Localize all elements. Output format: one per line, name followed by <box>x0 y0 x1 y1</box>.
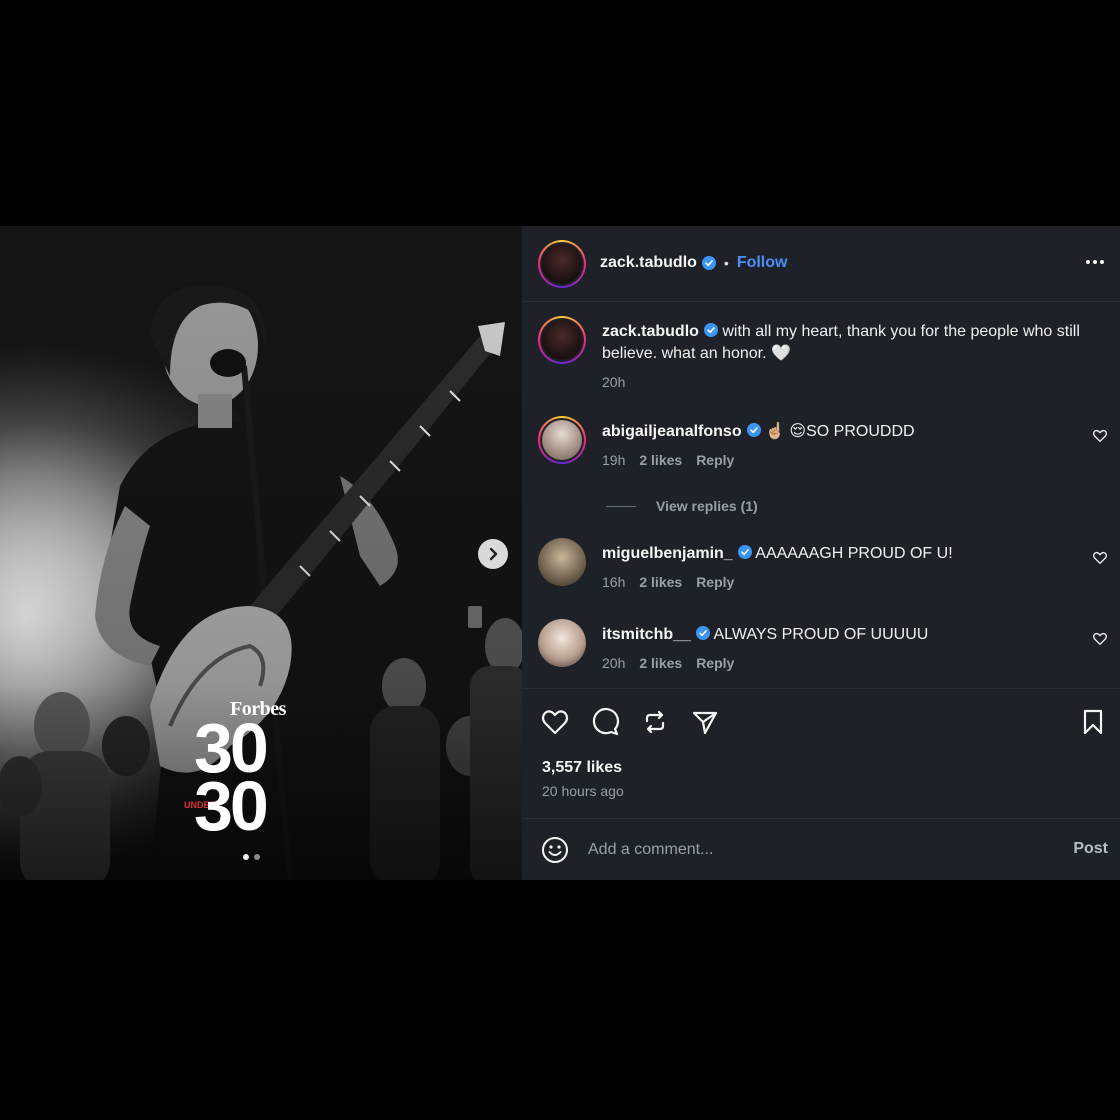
comment-time[interactable]: 16h <box>602 574 625 590</box>
caption-text: zack.tabudlo with all my heart, thank yo… <box>602 321 1102 365</box>
carousel-dot-2[interactable] <box>254 854 260 860</box>
author-row: zack.tabudlo • Follow <box>600 254 787 272</box>
actions-bar: 3,557 likes 20 hours ago <box>522 688 1120 818</box>
share-icon[interactable] <box>690 707 720 737</box>
caption-time[interactable]: 20h <box>602 374 625 390</box>
action-icons <box>540 707 720 737</box>
forbes-number-bottom: 30 <box>194 767 269 845</box>
emoji-icon[interactable] <box>540 835 570 865</box>
caption-username[interactable]: zack.tabudlo <box>602 323 699 340</box>
author-avatar[interactable] <box>538 240 586 288</box>
commenter-avatar[interactable] <box>538 416 586 464</box>
commenter-username[interactable]: abigailjeanalfonso <box>602 423 742 440</box>
comment-body: ALWAYS PROUD OF UUUUU <box>713 626 929 643</box>
comment-meta: 16h 2 likes Reply <box>602 574 734 590</box>
post-header: zack.tabudlo • Follow <box>522 226 1120 302</box>
reply-button[interactable]: Reply <box>696 655 734 671</box>
verified-badge-icon <box>695 626 710 640</box>
next-slide-button[interactable] <box>478 539 508 569</box>
comment-body: AAAAAAGH PROUD OF U! <box>755 545 953 562</box>
author-username[interactable]: zack.tabudlo <box>600 254 697 272</box>
carousel-dots <box>243 854 260 860</box>
add-comment-bar: Post <box>522 818 1120 880</box>
heart-icon[interactable] <box>540 707 570 737</box>
comment-input[interactable] <box>588 835 1028 865</box>
comment-text: miguelbenjamin_ AAAAAAGH PROUD OF U! <box>602 543 1072 565</box>
heart-icon[interactable] <box>1092 428 1108 444</box>
commenter-avatar[interactable] <box>538 619 586 667</box>
verified-badge-icon <box>701 256 716 270</box>
comment-meta: 19h 2 likes Reply <box>602 452 734 468</box>
comment-emoji: ☝🏼 😌 <box>765 423 807 440</box>
comment-body: SO PROUDDD <box>806 423 915 440</box>
verified-badge-icon <box>746 423 761 437</box>
commenter-username[interactable]: miguelbenjamin_ <box>602 545 733 562</box>
caption-avatar[interactable] <box>538 316 586 364</box>
verified-badge-icon <box>737 545 752 559</box>
post-side-panel: zack.tabudlo • Follow zack.tabudlo with … <box>522 226 1120 880</box>
comment-meta: 20h 2 likes Reply <box>602 655 734 671</box>
posted-time: 20 hours ago <box>542 783 624 799</box>
more-icon[interactable] <box>1086 260 1104 264</box>
forbes-30-under-30-logo: Forbes 30 UNDER 30 <box>184 696 324 846</box>
comment-likes[interactable]: 2 likes <box>639 574 682 590</box>
replies-line <box>606 505 636 507</box>
commenter-username[interactable]: itsmitchb__ <box>602 626 691 643</box>
likes-count[interactable]: 3,557 likes <box>542 759 622 777</box>
commenter-avatar[interactable] <box>538 538 586 586</box>
caption-emoji: 🤍 <box>771 345 791 362</box>
post-media[interactable]: Forbes 30 UNDER 30 <box>0 226 522 880</box>
bookmark-icon[interactable] <box>1078 707 1108 737</box>
comment-likes[interactable]: 2 likes <box>639 452 682 468</box>
carousel-dot-1[interactable] <box>243 854 249 860</box>
repost-icon[interactable] <box>640 707 670 737</box>
instagram-post: Forbes 30 UNDER 30 zack.tabudlo • Follow <box>0 226 1120 880</box>
post-comment-button[interactable]: Post <box>1073 840 1108 858</box>
comment-icon[interactable] <box>590 707 620 737</box>
comment-text: abigailjeanalfonso ☝🏼 😌SO PROUDDD <box>602 421 1072 443</box>
view-replies-label: View replies (1) <box>656 498 758 514</box>
comment-time[interactable]: 19h <box>602 452 625 468</box>
separator-dot: • <box>723 255 729 271</box>
verified-badge-icon <box>703 323 718 337</box>
reply-button[interactable]: Reply <box>696 452 734 468</box>
chevron-right-icon <box>489 547 498 561</box>
comment-likes[interactable]: 2 likes <box>639 655 682 671</box>
reply-button[interactable]: Reply <box>696 574 734 590</box>
heart-icon[interactable] <box>1092 550 1108 566</box>
comment-time[interactable]: 20h <box>602 655 625 671</box>
heart-icon[interactable] <box>1092 631 1108 647</box>
comment-text: itsmitchb__ ALWAYS PROUD OF UUUUU <box>602 624 1072 646</box>
view-replies-link[interactable]: View replies (1) <box>606 498 758 514</box>
follow-button[interactable]: Follow <box>737 254 788 272</box>
